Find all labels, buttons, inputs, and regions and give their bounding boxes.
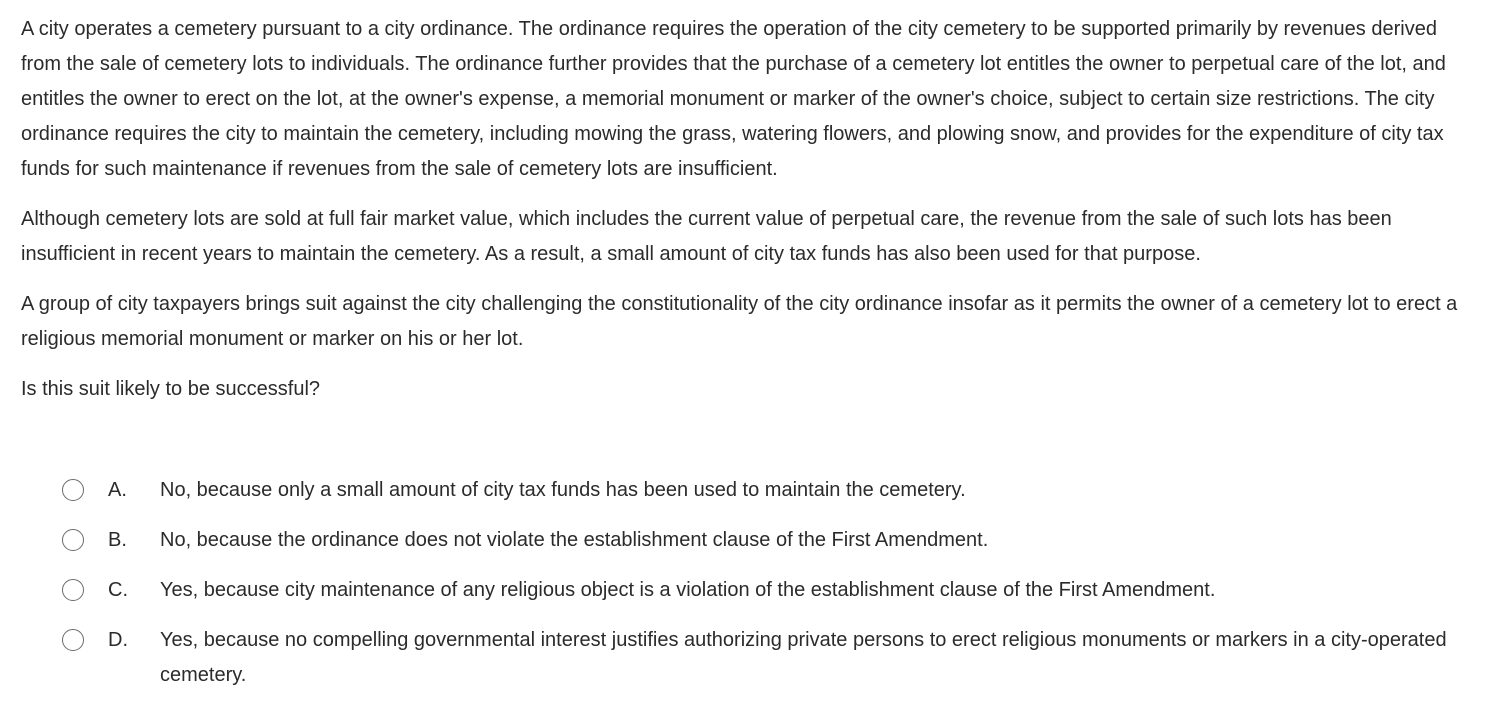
choice-a[interactable]: A. No, because only a small amount of ci… bbox=[62, 473, 1482, 508]
question-stem: Is this suit likely to be successful? bbox=[21, 378, 321, 400]
question-body: A city operates a cemetery pursuant to a… bbox=[21, 12, 1461, 407]
choice-letter: D. bbox=[108, 629, 128, 651]
choice-letter: A. bbox=[108, 479, 127, 501]
answer-choices: A. No, because only a small amount of ci… bbox=[62, 473, 1482, 708]
choice-letter: B. bbox=[108, 529, 127, 551]
choice-c[interactable]: C. Yes, because city maintenance of any … bbox=[62, 573, 1482, 608]
choice-b[interactable]: B. No, because the ordinance does not vi… bbox=[62, 523, 1482, 558]
radio-button-c[interactable] bbox=[62, 579, 84, 601]
choice-text[interactable]: Yes, because no compelling governmental … bbox=[160, 623, 1482, 693]
question-paragraph: Although cemetery lots are sold at full … bbox=[21, 208, 1392, 265]
radio-button-b[interactable] bbox=[62, 529, 84, 551]
choice-letter: C. bbox=[108, 579, 128, 601]
question-paragraph: A city operates a cemetery pursuant to a… bbox=[21, 18, 1446, 180]
choice-d[interactable]: D. Yes, because no compelling government… bbox=[62, 623, 1482, 693]
choice-text[interactable]: Yes, because city maintenance of any rel… bbox=[160, 573, 1482, 608]
radio-button-a[interactable] bbox=[62, 479, 84, 501]
choice-text[interactable]: No, because only a small amount of city … bbox=[160, 473, 1482, 508]
radio-button-d[interactable] bbox=[62, 629, 84, 651]
choice-text[interactable]: No, because the ordinance does not viola… bbox=[160, 523, 1482, 558]
question-paragraph: A group of city taxpayers brings suit ag… bbox=[21, 293, 1458, 350]
